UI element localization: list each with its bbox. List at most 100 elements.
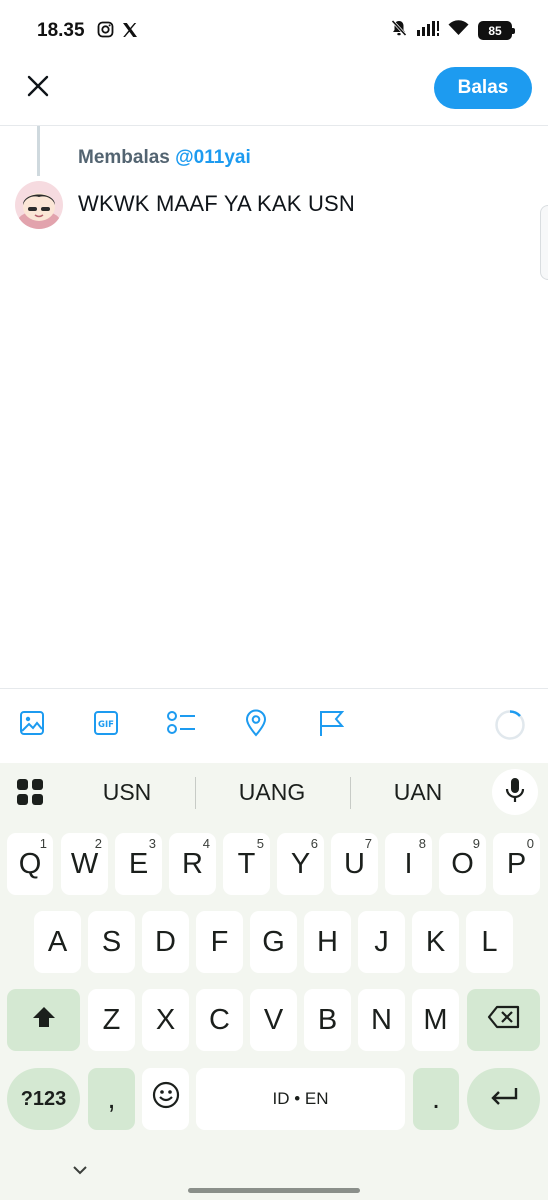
emoji-key[interactable] (142, 1068, 189, 1130)
enter-icon (489, 1083, 519, 1116)
add-location-button[interactable] (240, 709, 272, 741)
instagram-icon (97, 21, 114, 43)
key-u[interactable]: U7 (331, 833, 378, 895)
key-c[interactable]: C (196, 989, 243, 1051)
key-label: I (404, 847, 413, 880)
apps-grid-icon (16, 779, 44, 810)
key-hint: 7 (364, 836, 372, 851)
key-label: W (70, 847, 99, 880)
key-v[interactable]: V (250, 989, 297, 1051)
key-y[interactable]: Y6 (277, 833, 324, 895)
key-hint: 5 (256, 836, 264, 851)
key-d[interactable]: D (142, 911, 189, 973)
key-s[interactable]: S (88, 911, 135, 973)
key-label: T (237, 847, 256, 880)
voice-input-button[interactable] (492, 769, 538, 815)
key-label: U (344, 847, 365, 880)
add-image-button[interactable] (16, 709, 48, 741)
key-n[interactable]: N (358, 989, 405, 1051)
thread-connector (37, 126, 40, 176)
key-label: Y (290, 847, 311, 880)
key-hint: 9 (472, 836, 480, 851)
replying-to: Membalas @011yai (78, 147, 251, 169)
key-hint: 6 (310, 836, 318, 851)
key-r[interactable]: R4 (169, 833, 216, 895)
key-q[interactable]: Q1 (7, 833, 53, 895)
key-h[interactable]: H (304, 911, 351, 973)
replying-to-prefix: Membalas (78, 147, 170, 168)
hide-keyboard-button[interactable] (71, 1163, 89, 1181)
suggestion-2[interactable]: UANG (212, 779, 332, 806)
key-b[interactable]: B (304, 989, 351, 1051)
backspace-key[interactable] (467, 989, 540, 1051)
space-key[interactable]: ID • EN (196, 1068, 405, 1130)
add-poll-button[interactable] (165, 709, 197, 741)
key-a[interactable]: A (34, 911, 81, 973)
key-hint: 8 (418, 836, 426, 851)
shift-icon (31, 1004, 57, 1037)
close-button[interactable] (20, 70, 56, 106)
key-t[interactable]: T5 (223, 833, 270, 895)
bell-off-icon (390, 19, 408, 42)
image-icon (19, 710, 45, 741)
suggestion-1[interactable]: USN (67, 779, 187, 806)
key-label: Q (18, 847, 42, 880)
reply-text-input[interactable]: WKWK MAAF YA KAK USN (78, 191, 355, 217)
home-indicator[interactable] (188, 1188, 360, 1193)
key-f[interactable]: F (196, 911, 243, 973)
reply-button[interactable]: Balas (434, 67, 532, 109)
suggestion-3[interactable]: UAN (358, 779, 478, 806)
key-hint: 0 (526, 836, 534, 851)
key-i[interactable]: I8 (385, 833, 432, 895)
key-o[interactable]: O9 (439, 833, 486, 895)
wifi-icon (448, 20, 469, 41)
period-key[interactable]: . (413, 1068, 459, 1130)
backspace-icon (487, 1004, 521, 1037)
key-hint: 2 (94, 836, 102, 851)
status-time: 18.35 (37, 20, 85, 41)
microphone-icon (505, 777, 525, 808)
battery-indicator: 85 (478, 21, 515, 40)
flag-button[interactable] (315, 709, 347, 741)
key-w[interactable]: W2 (61, 833, 108, 895)
key-hint: 4 (202, 836, 210, 851)
flag-icon (318, 709, 345, 742)
add-gif-button[interactable]: GIF (90, 709, 122, 741)
chevron-down-icon (71, 1163, 89, 1180)
svg-text:GIF: GIF (98, 720, 114, 730)
space-language-label: ID • EN (272, 1089, 329, 1108)
enter-key[interactable] (467, 1068, 540, 1130)
key-l[interactable]: L (466, 911, 513, 973)
key-label: R (182, 847, 203, 880)
battery-level: 85 (488, 23, 502, 38)
comma-key[interactable]: , (88, 1068, 135, 1130)
key-label: O (451, 847, 474, 880)
signal-icon (417, 20, 439, 41)
key-x[interactable]: X (142, 989, 189, 1051)
scroll-handle[interactable] (540, 205, 548, 280)
status-bar: 18.35 85 (0, 0, 548, 62)
key-e[interactable]: E3 (115, 833, 162, 895)
replying-to-handle[interactable]: @011yai (175, 147, 251, 168)
key-g[interactable]: G (250, 911, 297, 973)
avatar[interactable] (15, 181, 63, 229)
key-m[interactable]: M (412, 989, 459, 1051)
suggestion-divider (195, 777, 196, 809)
character-count-ring (494, 709, 526, 741)
poll-icon (166, 710, 196, 741)
gif-icon: GIF (93, 710, 119, 741)
close-icon (27, 75, 49, 102)
shift-key[interactable] (7, 989, 80, 1051)
key-z[interactable]: Z (88, 989, 135, 1051)
soft-keyboard: USN UANG UAN (0, 763, 548, 1200)
location-icon (244, 709, 268, 742)
symbols-key[interactable]: ?123 (7, 1068, 80, 1130)
key-hint: 1 (39, 836, 47, 851)
header-divider (0, 125, 548, 126)
key-p[interactable]: P0 (493, 833, 540, 895)
suggestion-bar: USN UANG UAN (0, 763, 548, 821)
key-k[interactable]: K (412, 911, 459, 973)
suggestion-divider (350, 777, 351, 809)
key-j[interactable]: J (358, 911, 405, 973)
keyboard-menu-button[interactable] (16, 778, 44, 806)
